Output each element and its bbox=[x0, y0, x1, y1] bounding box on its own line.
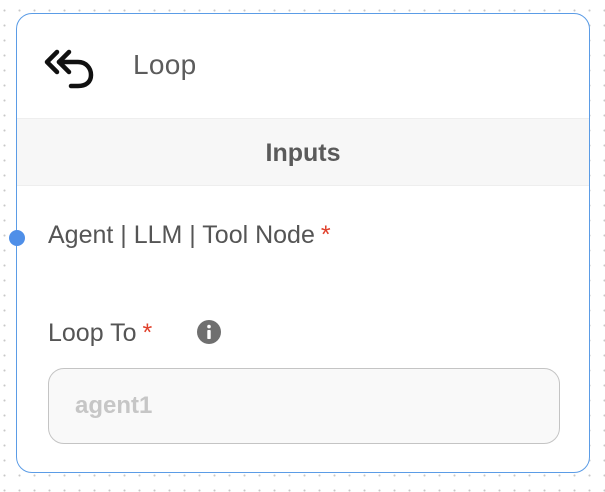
loop-node-card[interactable]: Loop Inputs Agent | LLM | Tool Node * Loo… bbox=[9, 13, 590, 473]
inputs-section-title: Inputs bbox=[265, 139, 341, 167]
node-title: Loop bbox=[133, 49, 197, 80]
agent-llm-tool-node-label-text: Agent | LLM | Tool Node bbox=[48, 221, 315, 249]
required-asterisk: * bbox=[320, 221, 331, 249]
info-icon[interactable] bbox=[197, 320, 221, 344]
loop-to-input[interactable] bbox=[48, 368, 560, 444]
agent-input-handle[interactable] bbox=[9, 230, 25, 246]
loop-to-label: Loop To * bbox=[48, 319, 152, 348]
loop-to-label-text: Loop To bbox=[48, 319, 137, 347]
loop-back-arrow-icon bbox=[43, 46, 95, 90]
inputs-section-header: Inputs bbox=[17, 118, 589, 186]
node-header: Loop bbox=[17, 14, 589, 118]
required-asterisk: * bbox=[142, 319, 153, 347]
agent-llm-tool-node-label: Agent | LLM | Tool Node * bbox=[48, 221, 331, 250]
